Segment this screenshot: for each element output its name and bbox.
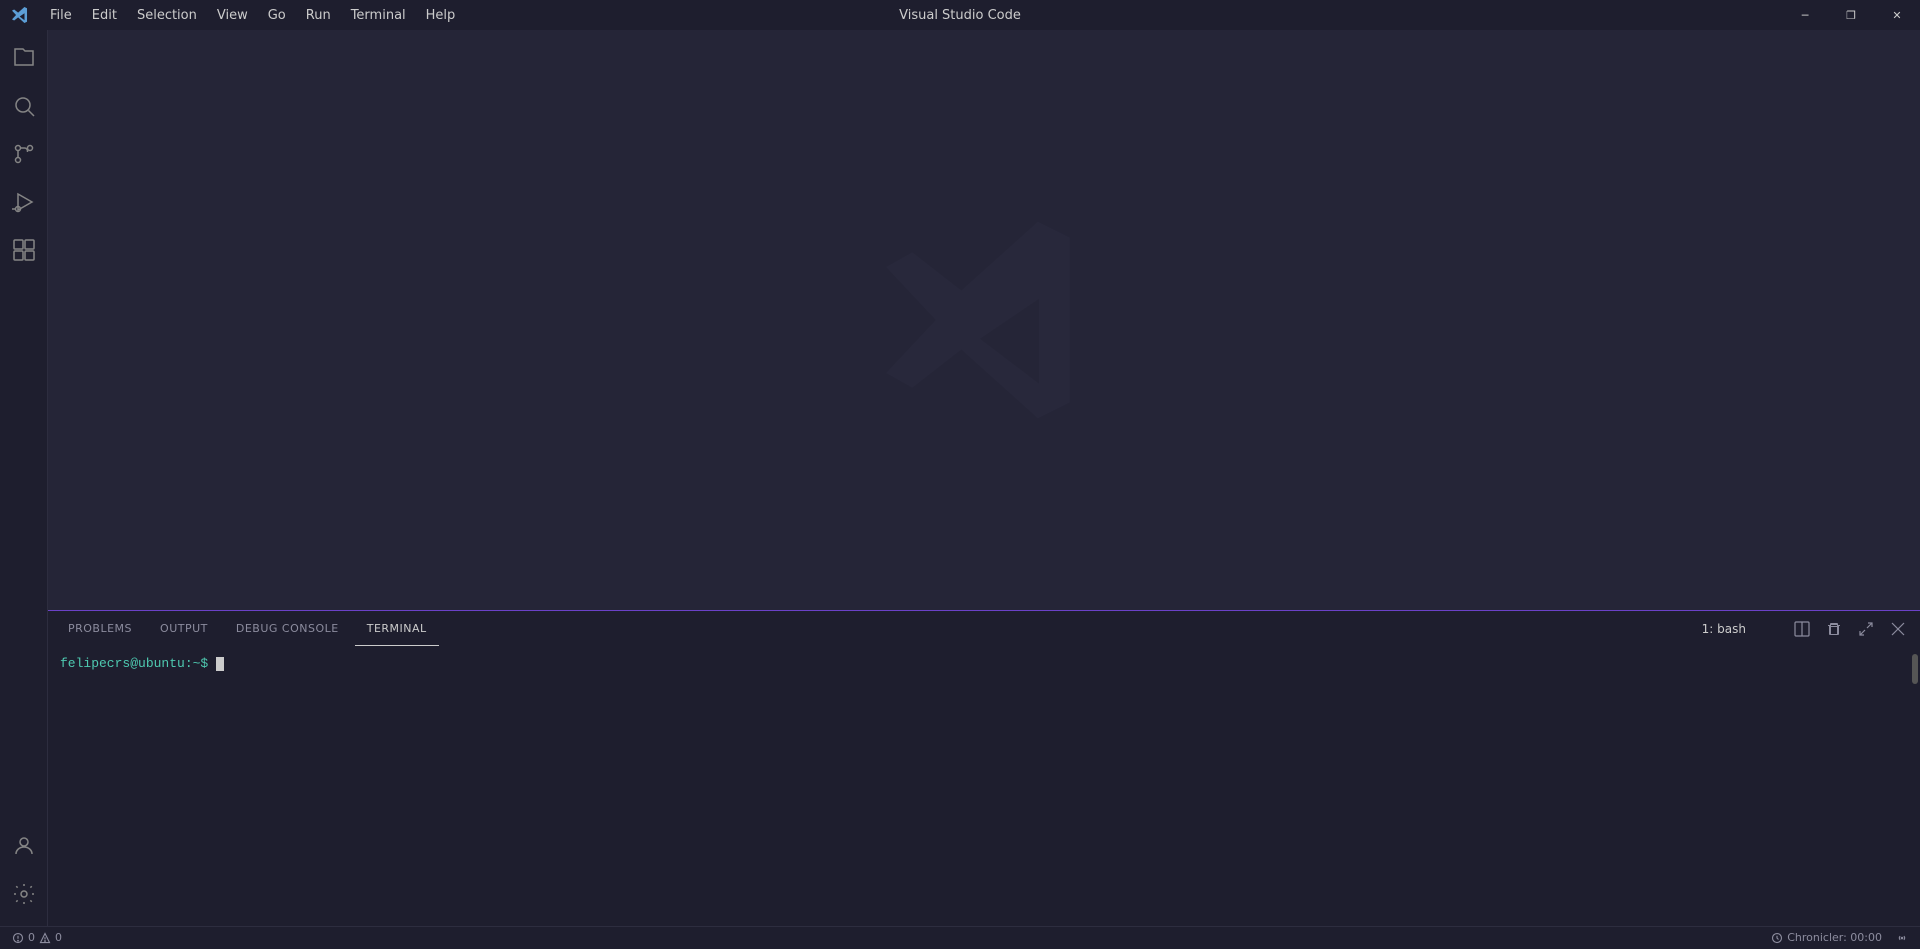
titlebar: File Edit Selection View Go Run Terminal… <box>0 0 1920 30</box>
tab-problems[interactable]: PROBLEMS <box>56 611 144 646</box>
kill-terminal-button[interactable] <box>1820 615 1848 643</box>
chronicler-status[interactable]: Chronicler: 00:00 <box>1765 931 1888 944</box>
search-icon[interactable] <box>0 82 48 130</box>
menu-file[interactable]: File <box>40 0 82 30</box>
new-terminal-button[interactable] <box>1756 615 1784 643</box>
bottom-panel: PROBLEMS OUTPUT DEBUG CONSOLE TERMINAL 1… <box>48 610 1920 926</box>
maximize-button[interactable]: ❐ <box>1828 0 1874 30</box>
menu-view[interactable]: View <box>207 0 258 30</box>
activity-bar <box>0 30 48 926</box>
broadcast-icon[interactable] <box>1892 927 1912 949</box>
maximize-panel-button[interactable] <box>1852 615 1880 643</box>
terminal-cursor <box>216 657 224 671</box>
menu-run[interactable]: Run <box>296 0 341 30</box>
terminal-prompt-user: felipecrs@ubuntu: <box>60 656 193 671</box>
activity-bar-top <box>0 34 48 822</box>
extensions-icon[interactable] <box>0 226 48 274</box>
menu-terminal[interactable]: Terminal <box>341 0 416 30</box>
error-icon <box>12 932 24 944</box>
settings-icon[interactable] <box>0 870 48 918</box>
chronicler-icon <box>1771 932 1783 944</box>
warning-count-value: 0 <box>55 931 62 944</box>
status-bar: 0 0 Chronicler: 00:00 <box>0 926 1920 948</box>
window-title: Visual Studio Code <box>899 8 1021 23</box>
terminal-content[interactable]: felipecrs@ubuntu:~$ <box>48 646 1920 926</box>
panel-tabs: PROBLEMS OUTPUT DEBUG CONSOLE TERMINAL 1… <box>48 611 1920 646</box>
warning-icon <box>39 932 51 944</box>
menu-help[interactable]: Help <box>416 0 466 30</box>
activity-bar-bottom <box>0 822 48 926</box>
status-bar-right: Chronicler: 00:00 <box>1765 927 1912 949</box>
vscode-logo-icon <box>0 0 40 30</box>
menu-edit[interactable]: Edit <box>82 0 127 30</box>
explorer-icon[interactable] <box>0 34 48 82</box>
panel-actions: 1: bash <box>1696 615 1912 643</box>
minimize-button[interactable]: ─ <box>1782 0 1828 30</box>
tab-debug-console[interactable]: DEBUG CONSOLE <box>224 611 351 646</box>
close-button[interactable]: ✕ <box>1874 0 1920 30</box>
editor-area <box>48 30 1920 610</box>
terminal-selector[interactable]: 1: bash <box>1696 620 1752 638</box>
terminal-prompt-path: ~$ <box>193 656 209 671</box>
errors-count[interactable]: 0 0 <box>8 927 66 949</box>
window-controls: ─ ❐ ✕ <box>1782 0 1920 30</box>
tab-output[interactable]: OUTPUT <box>148 611 220 646</box>
status-bar-left: 0 0 <box>8 927 66 949</box>
main-container: PROBLEMS OUTPUT DEBUG CONSOLE TERMINAL 1… <box>0 30 1920 926</box>
run-debug-icon[interactable] <box>0 178 48 226</box>
chronicler-label: Chronicler: 00:00 <box>1787 931 1882 944</box>
terminal-scrollbar[interactable] <box>1912 654 1918 684</box>
vscode-watermark-icon <box>874 210 1094 430</box>
account-icon[interactable] <box>0 822 48 870</box>
terminal-prompt-line: felipecrs@ubuntu:~$ <box>60 654 1908 674</box>
menu-go[interactable]: Go <box>258 0 296 30</box>
error-count-value: 0 <box>28 931 35 944</box>
source-control-icon[interactable] <box>0 130 48 178</box>
tab-terminal[interactable]: TERMINAL <box>355 611 439 646</box>
remote-icon <box>1896 932 1908 944</box>
close-panel-button[interactable] <box>1884 615 1912 643</box>
menu-selection[interactable]: Selection <box>127 0 207 30</box>
titlebar-menu: File Edit Selection View Go Run Terminal… <box>0 0 465 30</box>
split-terminal-button[interactable] <box>1788 615 1816 643</box>
